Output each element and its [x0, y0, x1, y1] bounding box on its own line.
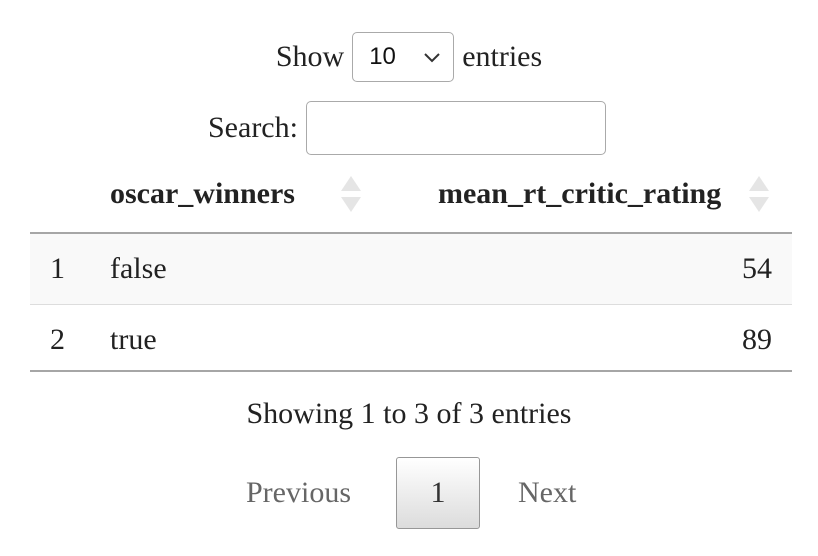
mean-rt-critic-rating-cell: 54 [742, 252, 772, 285]
row-index: 2 [50, 323, 65, 356]
column-header-oscar-winners[interactable]: oscar_winners [110, 168, 295, 220]
page-1-button[interactable]: 1 [396, 457, 480, 529]
column-header-label: oscar_winners [110, 177, 295, 210]
mean-rt-critic-rating-cell: 89 [742, 323, 772, 356]
search-control: Search: [208, 100, 606, 156]
column-header-label: mean_rt_critic_rating [438, 177, 722, 210]
oscar-winners-cell: false [110, 252, 167, 285]
length-control: Show 10 entries [0, 30, 818, 84]
table-row[interactable]: 1 false 54 [30, 234, 792, 304]
sort-icon[interactable] [748, 174, 770, 214]
chevron-down-icon [424, 53, 440, 63]
table-row[interactable]: 2 true 89 [30, 305, 792, 370]
search-label: Search: [208, 111, 298, 144]
previous-page-button[interactable]: Previous [246, 470, 351, 516]
table-info: Showing 1 to 3 of 3 entries [246, 397, 572, 430]
next-page-button[interactable]: Next [518, 470, 576, 516]
column-header-mean-rt-critic-rating[interactable]: mean_rt_critic_rating [438, 168, 721, 220]
sort-icon[interactable] [340, 174, 362, 214]
table-bottom-border [30, 370, 792, 372]
search-input[interactable] [305, 101, 606, 155]
entries-per-page-select[interactable]: 10 [352, 32, 455, 82]
entries-per-page-value: 10 [369, 43, 396, 70]
oscar-winners-cell: true [110, 323, 157, 356]
row-index: 1 [50, 252, 65, 285]
length-suffix-label: entries [462, 40, 543, 73]
length-prefix-label: Show [275, 40, 345, 73]
